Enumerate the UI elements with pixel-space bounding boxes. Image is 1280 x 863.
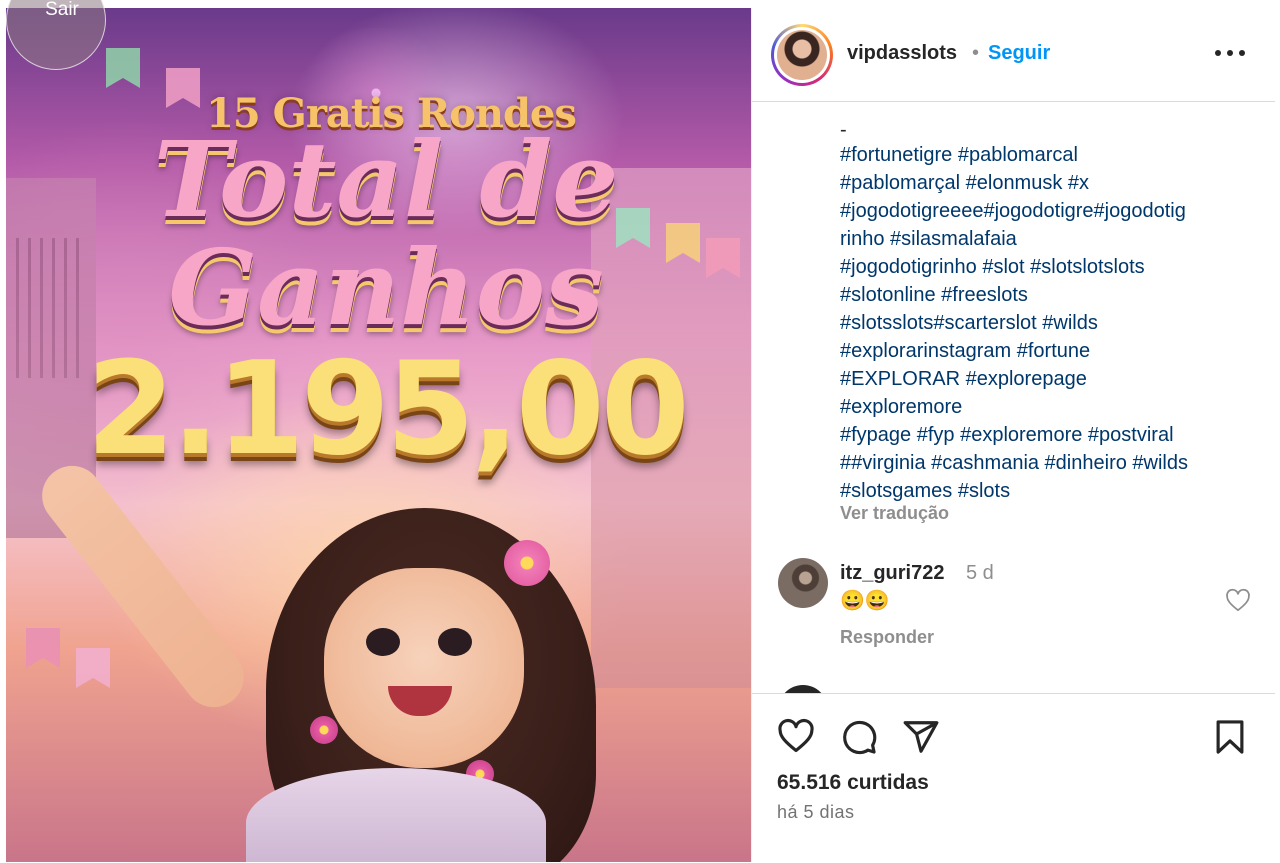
hashtag-list: #fortunetigre #pablomarcal #pablomarçal … [840,141,1255,505]
hashtag-line[interactable]: #jogodotigrinho #slot #slotslotslots [840,253,1255,281]
hashtag-line[interactable]: ##virginia #cashmania #dinheiro #wilds [840,449,1255,477]
heart-icon[interactable] [777,718,815,756]
hashtag-line[interactable]: #jogodotigreeee#jogodotigre#jogodotig [840,197,1255,225]
hashtag-line[interactable]: #fortunetigre #pablomarcal [840,141,1255,169]
comment-username[interactable]: itz_guri722 [840,562,944,585]
girl-arm [30,453,256,720]
follow-button[interactable]: Seguir [988,42,1050,65]
reply-button[interactable]: Responder [840,627,934,648]
girl-eye [438,628,472,656]
post-actions: 65.516 curtidas há 5 dias [752,693,1275,863]
flower-earring-icon [310,716,338,744]
see-translation-button[interactable]: Ver tradução [840,503,949,524]
post-image[interactable]: 15 Gratis Rondes Total de Ganhos 2.195,0… [6,8,751,862]
banner-flag [106,48,140,88]
comments-scroll-area[interactable]: - #fortunetigre #pablomarcal #pablomarça… [752,101,1275,693]
banner-flag [76,648,110,688]
comment-timestamp: 5 d [966,562,994,584]
banner-flag [26,628,60,668]
hashtag-line[interactable]: #EXPLORAR #explorepage [840,365,1255,393]
profile-username[interactable]: vipdasslots [847,42,957,65]
comment-text: 😀😀 [840,590,890,612]
share-icon[interactable] [902,718,940,756]
avatar-image [777,30,827,80]
hashtag-line[interactable]: #slotonline #freeslots [840,281,1255,309]
promo-title-line1: Total de [153,118,619,241]
girl-face [324,568,524,768]
hashtag-line[interactable]: #exploremore [840,393,1255,421]
post-header: vipdasslots • Seguir [752,8,1275,102]
hashtag-line[interactable]: #slotsslots#scarterslot #wilds [840,309,1255,337]
girl-eye [366,628,400,656]
post-timestamp[interactable]: há 5 dias [777,802,855,823]
flower-icon [504,540,550,586]
comment-avatar[interactable] [778,685,828,693]
promo-amount: 2.195,00 [86,335,690,484]
hashtag-line[interactable]: #slotsgames #slots [840,477,1255,505]
comment-avatar[interactable] [778,558,828,608]
exit-label: Sair [45,0,79,20]
promo-title-line2: Ganhos [168,226,604,349]
separator-dot: • [972,42,980,64]
hashtag-line[interactable]: rinho #silasmalafaia [840,225,1255,253]
hashtag-line[interactable]: #fypage #fyp #exploremore #postviral [840,421,1255,449]
bookmark-icon[interactable] [1211,718,1249,756]
more-horizontal-icon[interactable] [1215,50,1245,58]
caption-text: - [840,119,847,141]
comment-icon[interactable] [840,718,878,756]
hashtag-line[interactable]: #explorarinstagram #fortune [840,337,1255,365]
hashtag-line[interactable]: #pablomarçal #elonmusk #x [840,169,1255,197]
likes-count[interactable]: 65.516 curtidas [777,771,929,795]
post-side-panel: vipdasslots • Seguir - #fortunetigre #pa… [751,8,1275,863]
heart-icon[interactable] [1224,588,1252,614]
profile-avatar[interactable] [771,24,833,86]
